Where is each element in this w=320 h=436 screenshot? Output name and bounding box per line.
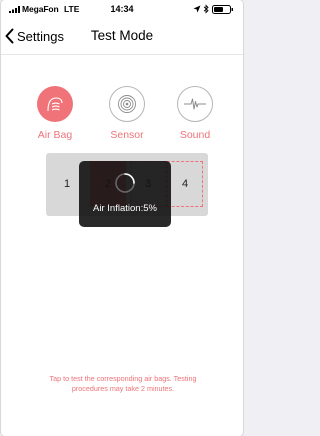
bluetooth-icon bbox=[203, 4, 209, 14]
mode-label-sound: Sound bbox=[179, 129, 211, 141]
phone-screen: MegaFon LTE 14:34 Settings Test Mode Air… bbox=[1, 0, 243, 436]
air-bag-circle bbox=[37, 86, 73, 122]
sensor-circle bbox=[109, 86, 145, 122]
air-bag-4[interactable]: 4 bbox=[167, 161, 203, 207]
page-title: Test Mode bbox=[90, 28, 154, 43]
instruction-text: Tap to test the corresponding air bags. … bbox=[49, 374, 197, 393]
sensor-icon bbox=[118, 95, 136, 113]
mode-button-sound[interactable]: Sound bbox=[171, 86, 219, 141]
mode-label-sensor: Sensor bbox=[110, 129, 144, 141]
battery-icon bbox=[212, 5, 233, 14]
mode-button-air-bag[interactable]: Air Bag bbox=[31, 86, 79, 141]
status-bar: MegaFon LTE 14:34 bbox=[1, 0, 243, 18]
inflation-toast: Air Inflation:5% bbox=[79, 161, 171, 227]
mode-label-air-bag: Air Bag bbox=[37, 129, 73, 141]
air-bag-icon bbox=[47, 96, 63, 111]
navigation-bar: Settings Test Mode bbox=[1, 18, 243, 55]
sound-circle bbox=[177, 86, 213, 122]
location-arrow-icon bbox=[193, 5, 201, 13]
inflation-status-text: Air Inflation:5% bbox=[93, 203, 157, 214]
sound-wave-icon bbox=[184, 98, 206, 110]
loading-spinner-icon bbox=[115, 173, 135, 193]
mode-button-sensor[interactable]: Sensor bbox=[103, 86, 151, 141]
